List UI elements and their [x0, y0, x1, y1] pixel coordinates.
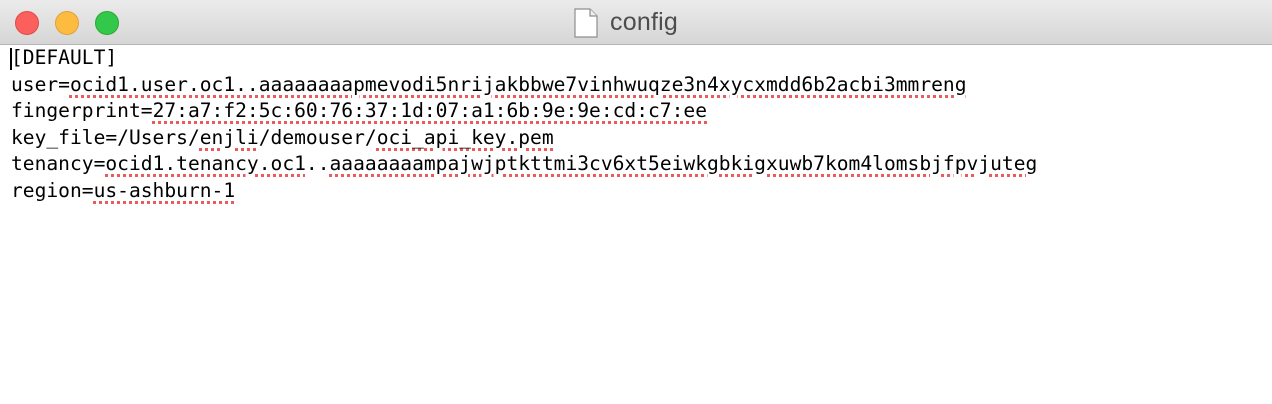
- text-cursor: [10, 48, 12, 70]
- line-separator-text: ..: [305, 152, 330, 175]
- text-editor-area[interactable]: [DEFAULT] user=ocid1.user.oc1..aaaaaaaap…: [0, 45, 1272, 404]
- line-text: [DEFAULT]: [11, 46, 118, 69]
- line-key-text: region=: [11, 178, 94, 202]
- editor-line-5[interactable]: tenancy=ocid1.tenancy.oc1..aaaaaaaampajw…: [11, 151, 1272, 178]
- window-title-group: config: [0, 0, 1272, 45]
- spellcheck-flagged-text: aaaaaaaampajwjptkttmi3cv6xt5eiwkgbkigxuw…: [329, 152, 1038, 175]
- document-icon: [574, 7, 598, 38]
- line-key-text: key_file=/Users/: [11, 125, 200, 149]
- spellcheck-flagged-text: us-ashburn-1: [93, 178, 236, 202]
- editor-line-3[interactable]: fingerprint=27:a7:f2:5c:60:76:37:1d:07:a…: [11, 98, 1272, 125]
- text-editor-window: config [DEFAULT] user=ocid1.user.oc1..aa…: [0, 0, 1272, 404]
- line-key-text: fingerprint=: [11, 99, 153, 122]
- line-path-text: /demouser/: [258, 125, 377, 149]
- window-title: config: [610, 8, 678, 36]
- spellcheck-flagged-text: enjli: [199, 125, 259, 149]
- spellcheck-flagged-text: ocid1.tenancy.oc1: [105, 152, 306, 175]
- spellcheck-flagged-text: oci_api_key.pem: [376, 125, 554, 149]
- spellcheck-flagged-text: ocid1.user.oc1..aaaaaaaapmevodi5nrijakbb…: [69, 72, 967, 96]
- title-bar[interactable]: config: [0, 0, 1272, 45]
- editor-line-6[interactable]: region=us-ashburn-1: [11, 178, 1272, 205]
- line-key-text: user=: [11, 72, 70, 96]
- line-key-text: tenancy=: [11, 152, 106, 175]
- spellcheck-flagged-text: 27:a7:f2:5c:60:76:37:1d:07:a1:6b:9e:9e:c…: [152, 99, 707, 122]
- editor-line-4[interactable]: key_file=/Users/enjli/demouser/oci_api_k…: [11, 125, 1272, 152]
- editor-line-1[interactable]: [DEFAULT]: [11, 45, 1272, 72]
- editor-line-2[interactable]: user=ocid1.user.oc1..aaaaaaaapmevodi5nri…: [11, 72, 1272, 99]
